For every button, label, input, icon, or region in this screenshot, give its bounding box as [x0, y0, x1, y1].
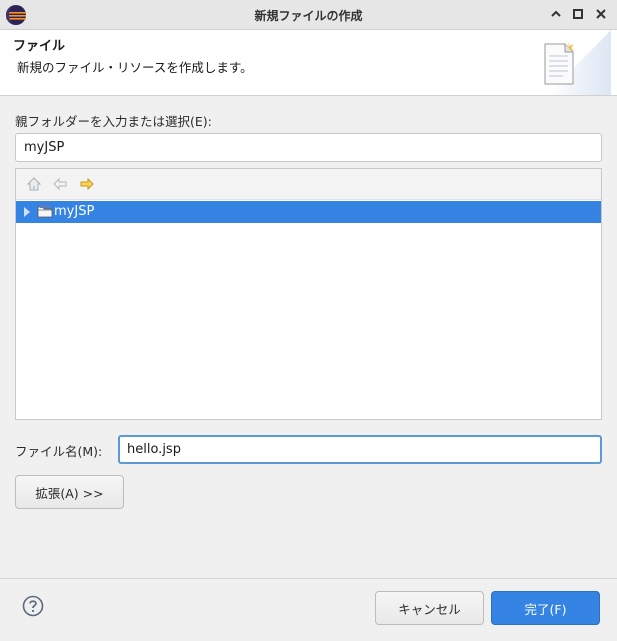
project-folder-icon — [37, 205, 53, 218]
home-icon[interactable] — [25, 176, 43, 192]
tree-toolbar — [16, 169, 601, 200]
window-title: 新規ファイルの作成 — [254, 9, 363, 23]
file-name-input[interactable] — [118, 435, 602, 464]
help-icon[interactable] — [22, 595, 44, 617]
tree-item-myjsp[interactable]: myJSP — [16, 201, 601, 223]
forward-arrow-icon[interactable] — [78, 176, 96, 192]
advanced-button-label: 拡張(A) >> — [35, 485, 104, 501]
parent-folder-input[interactable] — [15, 133, 602, 162]
parent-folder-label: 親フォルダーを入力または選択(E): — [15, 114, 212, 129]
title-bar: 新規ファイルの作成 — [0, 0, 617, 30]
expand-arrow-icon[interactable] — [22, 206, 32, 218]
minimize-icon[interactable] — [548, 6, 564, 22]
back-arrow-icon[interactable] — [51, 176, 69, 192]
cancel-button-label: キャンセル — [398, 601, 461, 617]
header-title: ファイル — [13, 39, 66, 54]
close-icon[interactable] — [593, 6, 609, 22]
advanced-button[interactable]: 拡張(A) >> — [15, 475, 124, 509]
new-file-wizard-icon — [544, 30, 611, 95]
cancel-button[interactable]: キャンセル — [375, 591, 484, 625]
header-description: 新規のファイル・リソースを作成します。 — [17, 60, 253, 75]
footer-separator — [0, 578, 617, 579]
tree-item-label: myJSP — [54, 204, 95, 219]
wizard-header: ファイル 新規のファイル・リソースを作成します。 — [0, 30, 617, 96]
file-name-label: ファイル名(M): — [15, 444, 103, 459]
maximize-icon[interactable] — [570, 6, 586, 22]
folder-tree[interactable]: myJSP — [15, 168, 602, 420]
finish-button[interactable]: 完了(F) — [491, 591, 600, 625]
finish-button-label: 完了(F) — [524, 601, 567, 617]
